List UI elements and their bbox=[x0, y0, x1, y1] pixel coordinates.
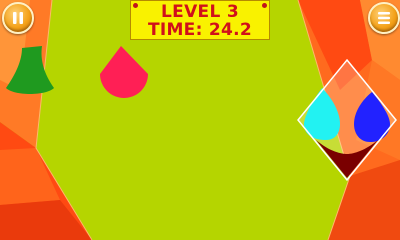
rivet-decoration bbox=[133, 3, 138, 8]
menu-button[interactable] bbox=[368, 2, 400, 34]
menu-icon bbox=[378, 12, 390, 24]
left-orange-wall bbox=[0, 0, 93, 240]
pause-icon bbox=[13, 12, 23, 24]
game-stage: LEVEL 3 TIME: 24.2 bbox=[0, 0, 400, 240]
level-timer-panel: LEVEL 3 TIME: 24.2 bbox=[130, 0, 270, 40]
rivet-decoration bbox=[262, 3, 267, 8]
pause-button[interactable] bbox=[2, 2, 34, 34]
level-label: LEVEL 3 bbox=[161, 2, 239, 22]
red-wedge-piece[interactable] bbox=[100, 46, 148, 98]
timer-label: TIME: 24.2 bbox=[147, 20, 253, 40]
